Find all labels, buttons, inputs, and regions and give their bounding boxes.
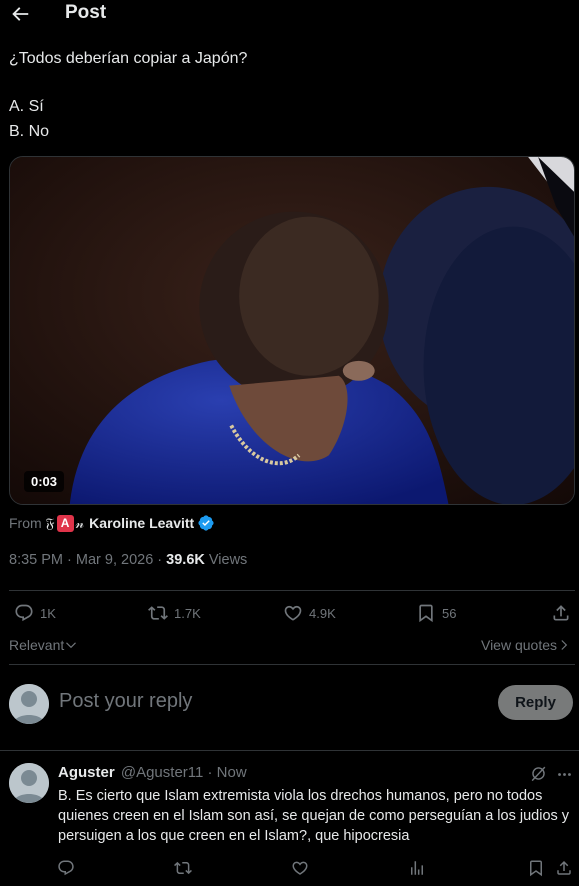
- sort-replies-dropdown[interactable]: Relevant: [9, 637, 78, 653]
- reply-author-line: Aguster @Aguster11 · Now: [58, 764, 247, 781]
- bookmark-icon: [419, 604, 433, 623]
- more-options-icon[interactable]: [556, 766, 573, 783]
- view-quotes-link[interactable]: View quotes: [481, 637, 571, 653]
- reply-icon: [15, 604, 33, 622]
- reply-text: B. Es cierto que Islam extremista viola …: [58, 788, 570, 844]
- reply-share-icon[interactable]: [555, 859, 573, 877]
- heart-icon: [284, 605, 302, 621]
- share-icon: [553, 605, 569, 621]
- from-author-name[interactable]: Karoline Leavitt: [89, 515, 194, 531]
- sort-label: Relevant: [9, 637, 65, 653]
- divider: [9, 590, 575, 591]
- from-symbol-left: 𝔉: [45, 514, 55, 531]
- video-source-attribution: From 𝔉 A 𝓃 Karoline Leavitt: [9, 514, 214, 532]
- views-label: Views: [204, 552, 248, 568]
- current-user-avatar[interactable]: [9, 684, 49, 724]
- bookmark-count: 56: [442, 605, 457, 621]
- share-action-button[interactable]: [551, 603, 571, 623]
- reply-author-name[interactable]: Aguster: [58, 764, 115, 781]
- reply-button[interactable]: Reply: [498, 685, 573, 720]
- repost-action-button[interactable]: 1.7K: [148, 603, 201, 623]
- analytics-icon[interactable]: [408, 859, 426, 877]
- video-frame-image: [10, 157, 574, 504]
- page-title: Post: [65, 2, 107, 23]
- reply-author-handle[interactable]: @Aguster11 · Now: [121, 764, 247, 781]
- default-avatar-icon: [9, 763, 49, 803]
- from-badge: A: [56, 514, 74, 532]
- divider: [0, 750, 579, 751]
- chevron-down-icon: [66, 642, 77, 649]
- divider: [9, 664, 575, 665]
- tweet-question: ¿Todos deberían copiar a Japón?: [9, 50, 248, 67]
- from-label: From: [9, 515, 42, 531]
- video-duration-badge: 0:03: [24, 471, 65, 492]
- from-symbol-right: 𝓃: [75, 514, 85, 531]
- reply-reply-icon[interactable]: [57, 859, 75, 877]
- post-metadata: 8:35 PM · Mar 9, 2026 · 39.6K Views: [9, 552, 247, 568]
- chevron-right-icon: [561, 640, 568, 650]
- post-timestamp[interactable]: 8:35 PM · Mar 9, 2026 ·: [9, 552, 166, 568]
- default-avatar-icon: [9, 684, 49, 724]
- reply-bookmark-icon[interactable]: [527, 859, 545, 877]
- reply-input[interactable]: Post your reply: [59, 690, 192, 713]
- header-bar: Post: [0, 0, 579, 28]
- reply-action-button[interactable]: 1K: [14, 603, 56, 623]
- repost-count: 1.7K: [174, 605, 201, 621]
- view-quotes-label: View quotes: [480, 637, 557, 653]
- poll-option-b: B. No: [9, 123, 50, 140]
- reply-repost-icon[interactable]: [174, 859, 192, 877]
- reply-count: 1K: [40, 605, 56, 621]
- verified-badge-icon: [198, 515, 214, 531]
- like-count: 4.9K: [309, 605, 336, 621]
- grok-icon[interactable]: [529, 764, 548, 783]
- reply-author-avatar[interactable]: [9, 763, 49, 803]
- views-count: 39.6K: [166, 552, 205, 568]
- poll-option-a: A. Sí: [9, 98, 44, 115]
- bookmark-action-button[interactable]: 56: [416, 603, 456, 623]
- back-arrow-icon[interactable]: [9, 3, 31, 25]
- like-action-button[interactable]: 4.9K: [283, 603, 336, 623]
- video-player[interactable]: 0:03: [9, 156, 575, 505]
- repost-icon: [148, 606, 168, 620]
- reply-heart-icon[interactable]: [291, 859, 309, 877]
